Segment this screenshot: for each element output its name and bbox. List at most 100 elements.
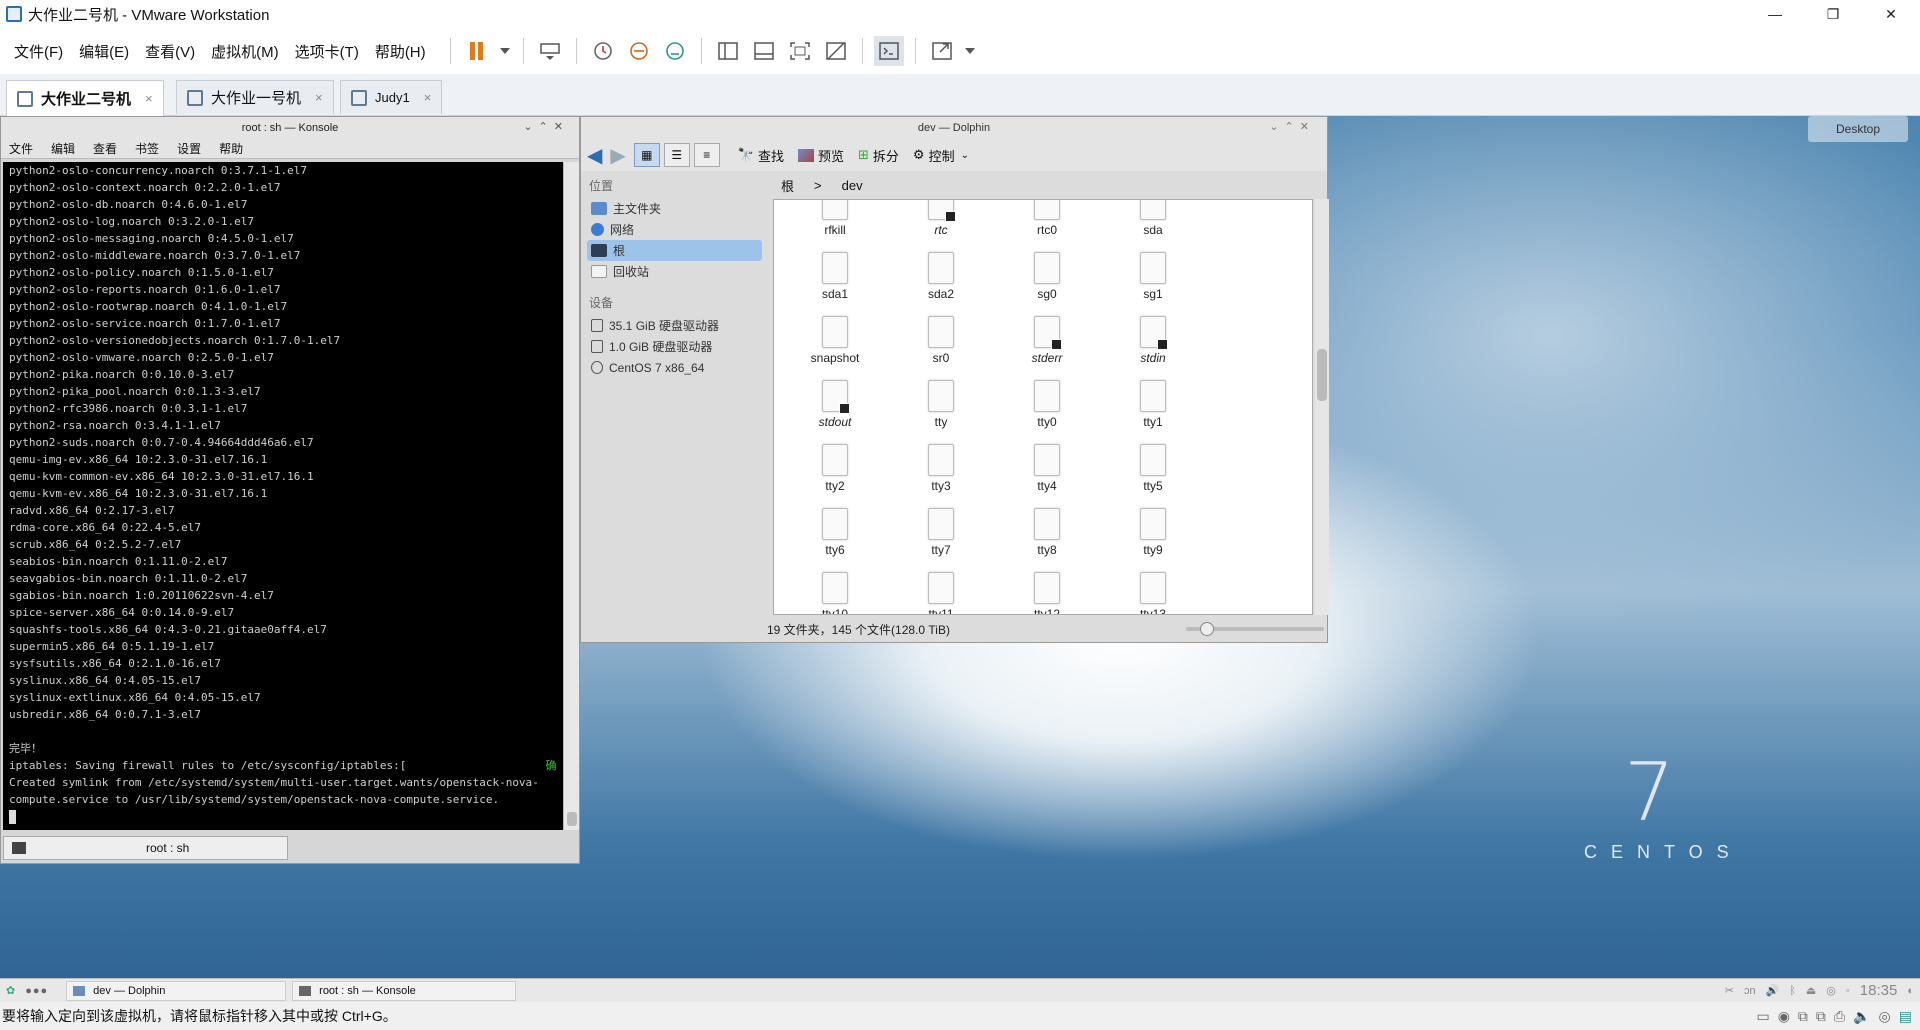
menu-edit[interactable]: 编辑(E)	[71, 41, 137, 62]
split-button[interactable]: ⊞ 拆分	[858, 146, 899, 165]
stretch-guest-icon[interactable]	[927, 36, 957, 66]
forward-arrow-icon[interactable]: ▶	[610, 143, 625, 168]
file-view[interactable]: rfkill rtc rtc0 sda sda1 sda2 sg0 sg1 snapshot sr…	[773, 199, 1313, 615]
control-button[interactable]: ⚙ 控制 ⌄	[913, 146, 969, 165]
place-home[interactable]: 主文件夹	[583, 198, 766, 219]
file-item[interactable]: tty0	[992, 380, 1102, 440]
tab-close-icon[interactable]: ×	[315, 90, 323, 105]
icons-view-icon[interactable]: ▦	[633, 143, 660, 167]
file-item[interactable]: stdin	[1098, 316, 1208, 376]
thumbnail-bar-icon[interactable]	[749, 36, 779, 66]
file-item[interactable]: tty6	[780, 508, 890, 568]
file-item[interactable]: tty	[886, 380, 996, 440]
file-item[interactable]: sda	[1098, 200, 1208, 248]
tab-close-icon[interactable]: ×	[145, 91, 153, 106]
snapshot-icon[interactable]	[588, 36, 618, 66]
file-item[interactable]: tty13	[1098, 572, 1208, 614]
find-button[interactable]: 🔭 查找	[738, 146, 784, 165]
file-item[interactable]: rtc	[886, 200, 996, 248]
file-item[interactable]: rfkill	[780, 200, 890, 248]
device-hdd-2[interactable]: 1.0 GiB 硬盘驱动器	[583, 336, 766, 357]
cashew-icon[interactable]: ◐	[1907, 985, 1914, 997]
file-item[interactable]: tty5	[1098, 444, 1208, 504]
scrollbar-thumb[interactable]	[567, 812, 577, 826]
konsole-window[interactable]: root : sh — Konsole ⌄⌃✕ 文件 编辑 查看 书签 设置 帮…	[0, 116, 580, 864]
file-item[interactable]: tty7	[886, 508, 996, 568]
network-adapter-2-icon[interactable]: ⧉	[1816, 1008, 1826, 1025]
notification-icon[interactable]: ⏏	[1806, 984, 1816, 997]
sidebar-toggle-icon[interactable]	[713, 36, 743, 66]
menu-tabs[interactable]: 选项卡(T)	[287, 41, 367, 62]
pause-icon[interactable]	[462, 36, 492, 66]
file-view-scrollbar[interactable]	[1315, 199, 1329, 615]
printer-icon[interactable]: ⎙	[1834, 1008, 1845, 1025]
file-item[interactable]: tty10	[780, 572, 890, 614]
file-item[interactable]: tty3	[886, 444, 996, 504]
file-item[interactable]: tty12	[992, 572, 1102, 614]
input-method-icon[interactable]: ɔn	[1744, 985, 1756, 997]
konsole-menu-edit[interactable]: 编辑	[51, 140, 75, 157]
file-item[interactable]: rtc0	[992, 200, 1102, 248]
konsole-menu-file[interactable]: 文件	[9, 140, 33, 157]
dolphin-title-bar[interactable]: dev — Dolphin ⌄⌃✕	[581, 117, 1327, 139]
menu-view[interactable]: 查看(V)	[137, 41, 203, 62]
konsole-menu-bookmarks[interactable]: 书签	[135, 140, 159, 157]
konsole-title-bar[interactable]: root : sh — Konsole ⌄⌃✕	[1, 117, 579, 139]
tab-vm1[interactable]: 大作业一号机 ×	[176, 80, 334, 114]
breadcrumb-current[interactable]: dev	[842, 178, 863, 193]
kde-menu-icon[interactable]: ✿	[6, 984, 15, 997]
send-ctrl-alt-del-icon[interactable]	[535, 36, 565, 66]
power-dropdown-icon[interactable]	[498, 36, 512, 66]
tab-vm2[interactable]: 大作业二号机 ×	[6, 80, 164, 116]
file-item[interactable]: tty2	[780, 444, 890, 504]
file-item[interactable]: sr0	[886, 316, 996, 376]
minimize-button[interactable]: —	[1746, 0, 1804, 28]
clock[interactable]: 18:35	[1860, 982, 1898, 999]
terminal-scrollbar[interactable]	[563, 162, 579, 830]
file-item[interactable]: tty11	[886, 572, 996, 614]
file-item[interactable]: sda2	[886, 252, 996, 312]
window-controls-icon[interactable]: ⌄⌃✕	[523, 120, 569, 133]
restore-button[interactable]: ❐	[1804, 0, 1862, 28]
file-item[interactable]: tty1	[1098, 380, 1208, 440]
preview-button[interactable]: 预览	[797, 146, 844, 165]
close-button[interactable]: ✕	[1862, 0, 1920, 28]
pager-icon[interactable]: ●●●	[25, 985, 48, 997]
device-optical[interactable]: CentOS 7 x86_64	[583, 357, 766, 378]
task-konsole[interactable]: root : sh — Konsole	[292, 980, 517, 1001]
place-network[interactable]: 网络	[583, 219, 766, 240]
place-root[interactable]: 根	[587, 240, 762, 261]
breadcrumb-root[interactable]: 根	[781, 176, 794, 195]
dolphin-window[interactable]: dev — Dolphin ⌄⌃✕ ◀ ▶ ▦ ☰ ≡ 🔭 查找 预览 ⊞ 拆分 ⚙…	[580, 116, 1329, 643]
revert-snapshot-icon[interactable]	[624, 36, 654, 66]
file-item[interactable]: sda1	[780, 252, 890, 312]
console-view-icon[interactable]	[873, 36, 904, 66]
back-arrow-icon[interactable]: ◀	[587, 143, 602, 168]
konsole-menu-settings[interactable]: 设置	[177, 140, 201, 157]
cd-drive-icon[interactable]: ◉	[1778, 1008, 1790, 1025]
network-adapter-icon[interactable]: ⧉	[1798, 1008, 1808, 1025]
compact-view-icon[interactable]: ☰	[663, 143, 690, 167]
file-item[interactable]: sg0	[992, 252, 1102, 312]
file-item[interactable]: stdout	[780, 380, 890, 440]
stretch-dropdown-icon[interactable]	[963, 36, 977, 66]
terminal-output[interactable]: python2-oslo-concurrency.noarch 0:3.7.1-…	[3, 162, 563, 830]
message-log-icon[interactable]: ▤	[1899, 1008, 1912, 1025]
file-item[interactable]: tty4	[992, 444, 1102, 504]
task-dolphin[interactable]: dev — Dolphin	[66, 980, 287, 1001]
file-item[interactable]: stderr	[992, 316, 1102, 376]
tab-judy1[interactable]: Judy1 ×	[340, 80, 443, 114]
file-item[interactable]: sg1	[1098, 252, 1208, 312]
zoom-slider[interactable]	[1186, 622, 1324, 636]
clipboard-icon[interactable]: ✂	[1725, 984, 1734, 997]
konsole-session-tab[interactable]: root : sh	[3, 836, 288, 860]
display-icon[interactable]: ◎	[1879, 1008, 1891, 1025]
window-controls-icon[interactable]: ⌄⌃✕	[1269, 120, 1315, 133]
tab-close-icon[interactable]: ×	[424, 90, 432, 105]
network-icon[interactable]: ◎	[1826, 984, 1836, 997]
volume-icon[interactable]: 🔊	[1766, 984, 1780, 997]
desktop-button[interactable]: Desktop	[1808, 116, 1908, 142]
konsole-menu-view[interactable]: 查看	[93, 140, 117, 157]
file-item[interactable]: tty9	[1098, 508, 1208, 568]
details-view-icon[interactable]: ≡	[693, 143, 720, 167]
